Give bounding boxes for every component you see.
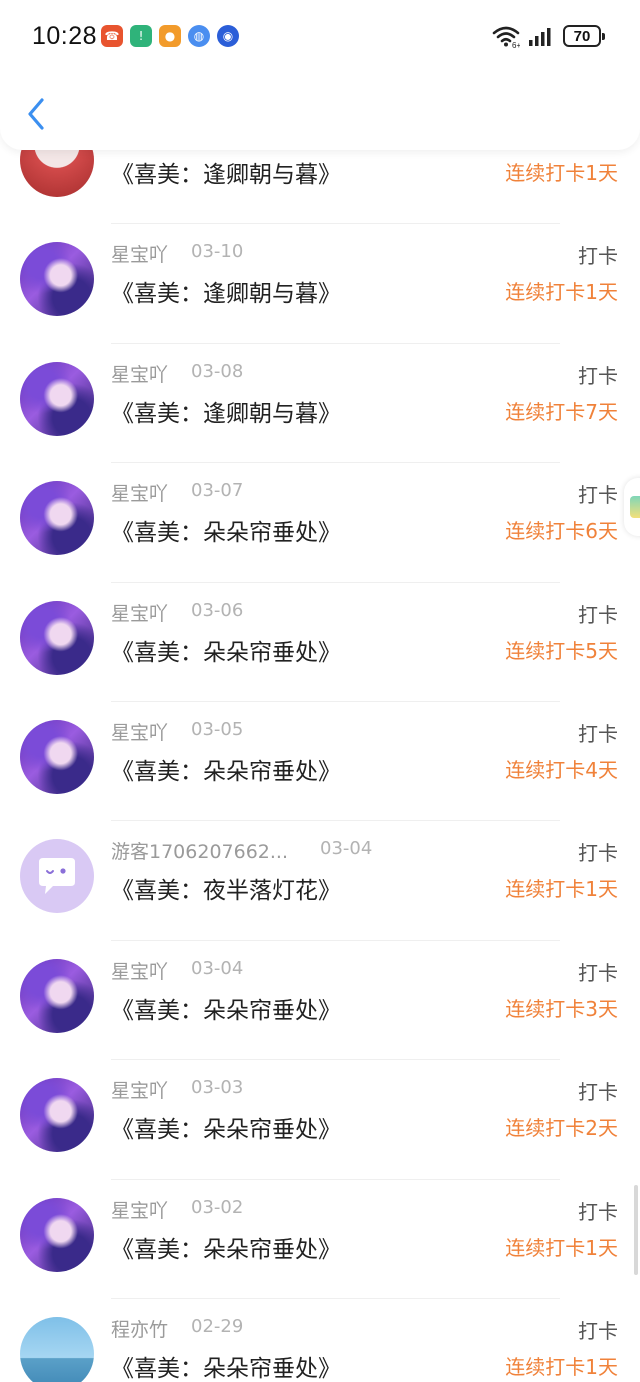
user-name[interactable]: 游客1706207662... [111,837,288,864]
list-item[interactable]: 星宝吖 03-02 《喜美：朵朵帘垂处》 打卡连续打卡1天 [0,1158,640,1299]
avatar[interactable] [20,361,94,436]
streak-badge: 连续打卡6天 [505,519,618,544]
header: 10:28 ☎! ● ◍ ◉ 6+ 70 [0,0,640,150]
work-title[interactable]: 《喜美：夜半落灯花》 [111,871,341,905]
user-name[interactable]: 星宝吖 [111,1196,168,1223]
shield-app-icon: ! [130,25,152,47]
chat-bubble-icon [39,858,75,895]
avatar[interactable] [20,1197,94,1272]
list-item[interactable]: 程亦竹 02-29 《喜美：朵朵帘垂处》 打卡连续打卡1天 [0,1277,640,1382]
streak-badge: 连续打卡1天 [505,1354,618,1379]
streak-badge: 连续打卡4天 [505,757,618,782]
streak-badge: 连续打卡2天 [505,1116,618,1141]
avatar[interactable] [20,242,94,317]
checkin-date: 03-06 [191,599,244,621]
checkin-label: 打卡 [578,244,618,269]
checkin-label: 打卡 [578,1318,618,1343]
checkin-date: 03-05 [191,718,244,740]
scrollbar[interactable] [634,1185,638,1275]
work-title[interactable]: 《喜美：朵朵帘垂处》 [111,633,341,667]
checkin-label: 打卡 [578,1080,618,1105]
work-title[interactable]: 《喜美：朵朵帘垂处》 [111,513,341,547]
list-item[interactable]: 星宝吖 03-06 《喜美：朵朵帘垂处》 打卡连续打卡5天 [0,561,640,702]
list-item[interactable]: 星宝吖 03-10 《喜美：逢卿朝与暮》 打卡连续打卡1天 [0,202,640,344]
avatar[interactable] [20,481,94,556]
user-name[interactable]: 星宝吖 [111,240,168,267]
streak-badge: 连续打卡3天 [505,996,618,1021]
list-item[interactable]: 星宝吖 03-05 《喜美：朵朵帘垂处》 打卡连续打卡4天 [0,680,640,822]
user-name[interactable]: 星宝吖 [111,718,168,745]
work-title[interactable]: 《喜美：朵朵帘垂处》 [111,1230,341,1264]
list-item[interactable]: 游客1706207662... 03-04 《喜美：夜半落灯花》 打卡连续打卡1天 [0,799,640,941]
checkin-list[interactable]: 《喜美：逢卿朝与暮》 连续打卡1天 星宝吖 03-10 《喜美：逢卿朝与暮》 打卡 连续打卡… [0,95,640,1382]
status-time: 10:28 [32,22,98,50]
svg-text:6+: 6+ [512,41,520,48]
list-item[interactable]: 星宝吖 03-04 《喜美：朵朵帘垂处》 打卡连续打卡3天 [0,919,640,1061]
checkin-label: 打卡 [578,841,618,866]
avatar[interactable] [20,839,94,914]
checkin-date: 03-08 [191,360,244,382]
list-item[interactable]: 星宝吖 03-07 《喜美：朵朵帘垂处》 打卡连续打卡6天 [0,441,640,583]
checkin-date: 03-04 [320,838,373,860]
battery-icon: 70 [563,25,605,47]
avatar[interactable] [20,958,94,1033]
checkin-label: 打卡 [578,483,618,508]
work-title[interactable]: 《喜美：逢卿朝与暮》 [111,155,341,189]
checkin-label: 打卡 [578,1199,618,1224]
user-name[interactable]: 星宝吖 [111,1076,168,1103]
user-name[interactable]: 星宝吖 [111,599,168,626]
floating-widget[interactable] [624,478,640,536]
streak-badge: 连续打卡1天 [505,161,618,185]
streak-badge: 连续打卡7天 [505,399,618,424]
checkin-label: 打卡 [578,602,618,627]
user-name[interactable]: 程亦竹 [111,1315,168,1342]
work-title[interactable]: 《喜美：朵朵帘垂处》 [111,1110,341,1144]
avatar[interactable] [20,719,94,794]
streak-badge: 连续打卡1天 [505,1235,618,1260]
user-name[interactable]: 星宝吖 [111,360,168,387]
work-title[interactable]: 《喜美：朵朵帘垂处》 [111,991,341,1025]
checkin-label: 打卡 [578,363,618,388]
user-name[interactable]: 星宝吖 [111,957,168,984]
back-button[interactable] [20,92,54,136]
checkin-date: 03-04 [191,957,244,979]
checkin-date: 02-29 [191,1315,244,1337]
work-title[interactable]: 《喜美：朵朵帘垂处》 [111,752,341,786]
checkin-label: 打卡 [578,960,618,985]
work-title[interactable]: 《喜美：朵朵帘垂处》 [111,1349,341,1382]
work-title[interactable]: 《喜美：逢卿朝与暮》 [111,394,341,428]
avatar[interactable] [20,1316,94,1382]
checkin-date: 03-07 [191,480,244,502]
checkin-date: 03-10 [191,241,244,263]
target-app-icon: ◉ [217,25,239,47]
work-title[interactable]: 《喜美：逢卿朝与暮》 [111,274,341,308]
streak-badge: 连续打卡1天 [505,280,618,305]
avatar[interactable] [20,600,94,675]
weibo-app-icon: ● [159,25,181,47]
avatar[interactable] [20,1078,94,1153]
user-name[interactable]: 星宝吖 [111,479,168,506]
signal-icon [529,28,551,46]
checkin-date: 03-03 [191,1077,244,1099]
wifi-icon: 6+ [492,26,520,48]
phone-app-icon: ☎ [101,25,123,47]
list-item[interactable]: 星宝吖 03-03 《喜美：朵朵帘垂处》 打卡连续打卡2天 [0,1038,640,1180]
streak-badge: 连续打卡5天 [505,638,618,663]
checkin-date: 03-02 [191,1196,244,1218]
list-item[interactable]: 星宝吖 03-08 《喜美：逢卿朝与暮》 打卡连续打卡7天 [0,322,640,464]
globe-app-icon: ◍ [188,25,210,47]
checkin-label: 打卡 [578,721,618,746]
streak-badge: 连续打卡1天 [505,877,618,902]
